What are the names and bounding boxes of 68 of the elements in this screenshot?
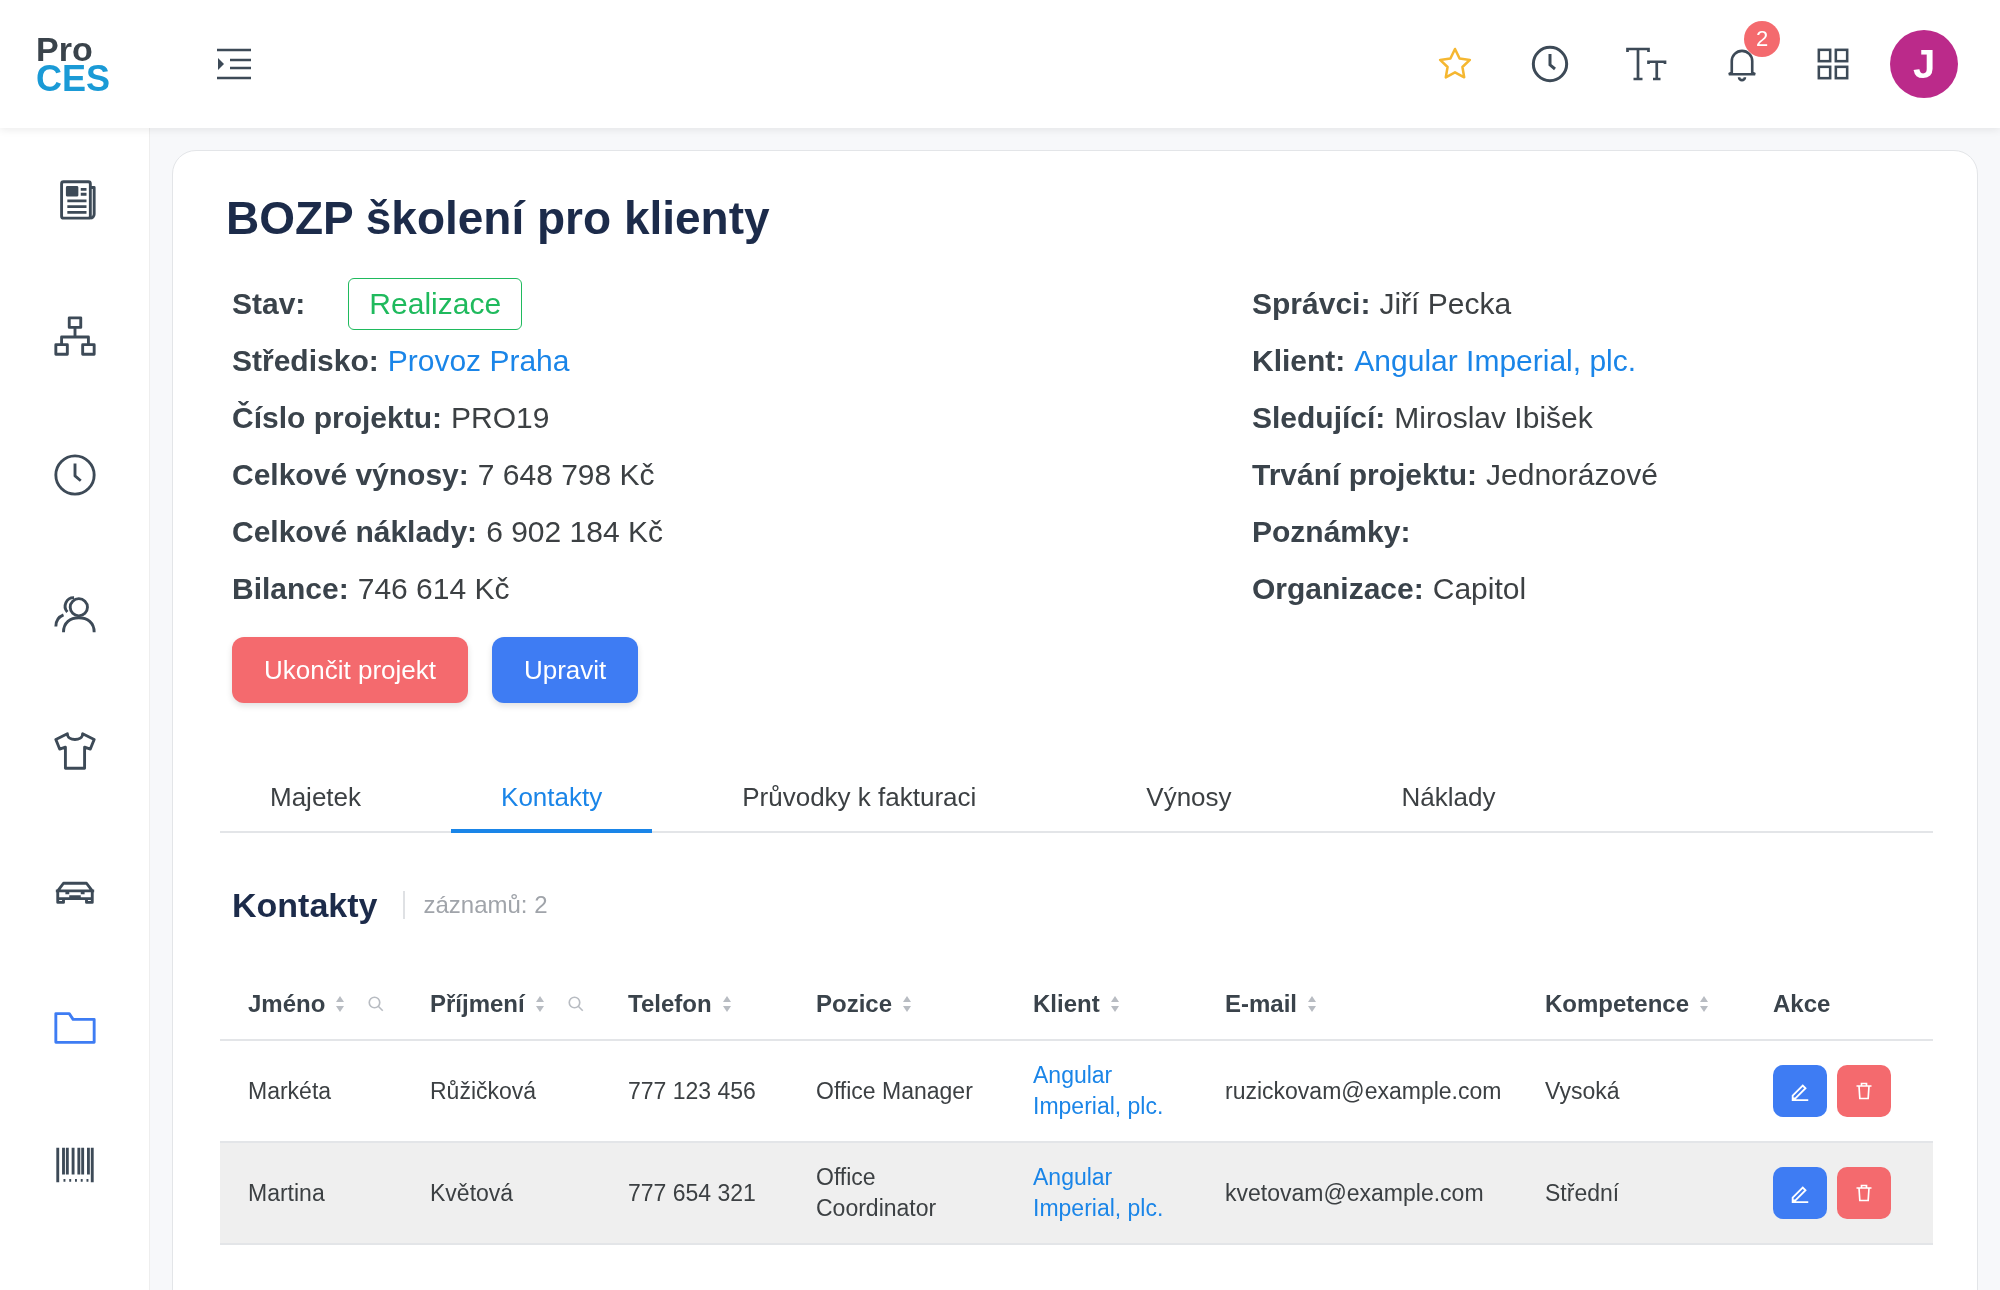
text-size-icon[interactable] xyxy=(1626,46,1668,82)
table-cell-text: kvetovam@example.com xyxy=(1225,1178,1485,1208)
table-cell-text: Office Coordinator xyxy=(816,1163,938,1223)
field-value: Jednorázové xyxy=(1486,457,1658,492)
menu-icon[interactable] xyxy=(216,48,252,80)
grid-icon[interactable] xyxy=(1816,47,1850,81)
logo-text: Pro xyxy=(36,34,93,64)
field-label: Stav: xyxy=(232,286,306,321)
client-link[interactable]: Angular Imperial, plc. xyxy=(1033,1060,1183,1122)
field-label: Bilance: xyxy=(232,571,349,606)
record-count: záznamů: 2 xyxy=(403,891,548,919)
edit-button[interactable] xyxy=(1773,1065,1827,1117)
table-cell-text: Martina xyxy=(248,1178,326,1208)
delete-button[interactable] xyxy=(1837,1065,1891,1117)
column-header[interactable]: Klient xyxy=(1033,990,1100,1018)
project-title: BOZP školení pro klienty xyxy=(226,191,771,245)
field-label: Celkové náklady: xyxy=(232,514,478,549)
field-link[interactable]: Angular Imperial, plc. xyxy=(1354,343,1637,378)
field-label: Celkové výnosy: xyxy=(232,457,469,492)
tab[interactable]: Majetek xyxy=(220,765,412,833)
section-title: Kontakty xyxy=(232,885,378,925)
table-cell-text: Markéta xyxy=(248,1076,333,1106)
tab[interactable]: Kontakty xyxy=(451,765,653,833)
field-value: PRO19 xyxy=(451,400,550,435)
trash-icon xyxy=(1854,1182,1874,1204)
logo-text: CES xyxy=(36,64,112,94)
column-header[interactable]: E-mail xyxy=(1225,990,1298,1018)
tab[interactable]: Náklady xyxy=(1351,765,1546,833)
notification-badge: 2 xyxy=(1744,21,1780,57)
field-value: Miroslav Ibišek xyxy=(1394,400,1593,435)
edit-button[interactable]: Upravit xyxy=(491,637,639,703)
column-header[interactable]: Telefon xyxy=(628,990,712,1018)
table-cell-text: Office Manager xyxy=(816,1076,974,1106)
field-label: Sledující: xyxy=(1252,400,1386,435)
field-label: Organizace: xyxy=(1252,571,1424,606)
column-header[interactable]: Pozice xyxy=(816,990,893,1018)
field-value: 7 648 798 Kč xyxy=(477,457,655,492)
trash-icon xyxy=(1854,1080,1874,1102)
tab[interactable]: Průvodky k fakturaci xyxy=(692,765,1027,833)
clock-icon[interactable] xyxy=(1530,44,1570,84)
table-cell-text: Střední xyxy=(1545,1178,1621,1208)
field-label: Trvání projektu: xyxy=(1252,457,1478,492)
field-value: Capitol xyxy=(1432,571,1527,606)
user-avatar[interactable]: J xyxy=(1890,30,1958,98)
field-label: Číslo projektu: xyxy=(232,400,442,435)
field-value: 746 614 Kč xyxy=(357,571,510,606)
field-link[interactable]: Provoz Praha xyxy=(387,343,570,378)
column-header[interactable]: Příjmení xyxy=(430,990,525,1018)
field-label: Správci: xyxy=(1252,286,1371,321)
table-cell-text: 777 654 321 xyxy=(628,1178,757,1208)
field-label: Klient: xyxy=(1252,343,1346,378)
edit-button[interactable] xyxy=(1773,1167,1827,1219)
clock-icon[interactable] xyxy=(51,452,98,498)
field-value: 6 902 184 Kč xyxy=(486,514,663,549)
column-header[interactable]: Jméno xyxy=(248,990,326,1018)
field-value: Jiří Pecka xyxy=(1379,286,1512,321)
table-cell-text: 777 123 456 xyxy=(628,1076,757,1106)
table-cell-text: ruzickovam@example.com xyxy=(1225,1076,1503,1106)
status-badge: Realizace xyxy=(348,277,523,330)
table-cell-text: Růžičková xyxy=(430,1076,538,1106)
field-label: Poznámky: xyxy=(1252,514,1411,549)
delete-button[interactable] xyxy=(1837,1167,1891,1219)
table-cell-text: Vysoká xyxy=(1545,1076,1621,1106)
table-cell-text: Květová xyxy=(430,1178,515,1208)
tab[interactable]: Výnosy xyxy=(1096,765,1282,833)
column-header[interactable]: Kompetence xyxy=(1545,990,1690,1018)
field-label: Středisko: xyxy=(232,343,379,378)
column-header[interactable]: Akce xyxy=(1773,990,1831,1018)
